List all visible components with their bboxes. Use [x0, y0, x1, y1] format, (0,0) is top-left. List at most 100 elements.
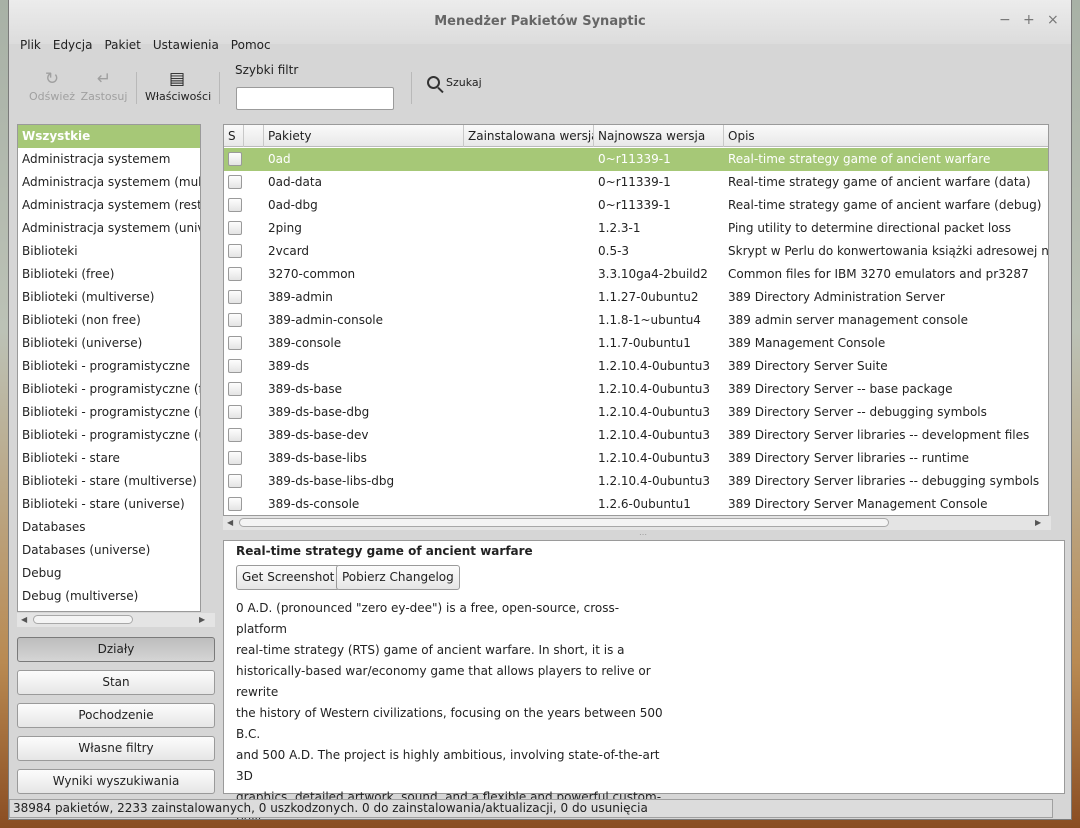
table-row[interactable]: 2vcard 0.5-3 Skrypt w Perlu do konwertowan… [224, 240, 1048, 263]
category-item[interactable]: Wszystkie [18, 125, 200, 148]
category-hscroll[interactable]: ◀ ▶ [17, 613, 215, 627]
mark-checkbox[interactable] [228, 198, 242, 212]
table-row[interactable]: 389-ds-console 1.2.6-0ubuntu1 389 Director… [224, 493, 1048, 515]
table-row[interactable]: 389-ds-base-dev 1.2.10.4-0ubuntu3 389 Dire… [224, 424, 1048, 447]
menu-edit[interactable]: Edycja [47, 36, 99, 58]
menu-bar: Plik Edycja Pakiet Ustawienia Pomoc [9, 36, 1071, 58]
properties-button[interactable]: ▤ Właściwości [145, 68, 211, 103]
table-row[interactable]: 389-admin-console 1.1.8-1~ubuntu4 389 admi… [224, 309, 1048, 332]
installed-version [468, 332, 594, 355]
mark-checkbox[interactable] [228, 359, 242, 373]
package-description: 389 Directory Server libraries -- debugg… [728, 474, 1040, 488]
category-item[interactable]: Administracja systemem [18, 148, 200, 171]
table-row[interactable]: 389-ds-base 1.2.10.4-0ubuntu3 389 Director… [224, 378, 1048, 401]
category-item[interactable]: Biblioteki - stare (multiverse) [18, 470, 200, 493]
package-name: 389-ds [268, 359, 310, 373]
category-item[interactable]: Administracja systemem (universe) [18, 217, 200, 240]
mark-checkbox[interactable] [228, 474, 242, 488]
scroll-left-icon[interactable]: ◀ [227, 518, 233, 527]
table-row[interactable]: 389-ds-base-libs 1.2.10.4-0ubuntu3 389 Dir… [224, 447, 1048, 470]
mark-checkbox[interactable] [228, 451, 242, 465]
category-item[interactable]: Databases (universe) [18, 539, 200, 562]
minimize-button[interactable]: − [999, 12, 1011, 28]
category-item[interactable]: Biblioteki - programistyczne [18, 355, 200, 378]
table-row[interactable]: 389-ds 1.2.10.4-0ubuntu3 389 Directory Ser… [224, 355, 1048, 378]
mark-checkbox[interactable] [228, 382, 242, 396]
menu-package[interactable]: Pakiet [98, 36, 146, 58]
column-latest-version[interactable]: Najnowsza wersja [594, 125, 724, 147]
category-item[interactable]: Biblioteki - programistyczne (free) [18, 378, 200, 401]
table-row[interactable]: 389-ds-base-libs-dbg 1.2.10.4-0ubuntu3 389… [224, 470, 1048, 493]
column-description[interactable]: Opis [724, 125, 1048, 147]
scroll-right-icon[interactable]: ▶ [1035, 518, 1041, 527]
reload-button[interactable]: ↻ Odśwież [27, 68, 77, 103]
mark-checkbox[interactable] [228, 290, 242, 304]
category-item[interactable]: Biblioteki (universe) [18, 332, 200, 355]
reload-label: Odśwież [29, 90, 75, 103]
table-row[interactable]: 389-admin 1.1.27-0ubuntu2 389 Directory Ad… [224, 286, 1048, 309]
mark-checkbox[interactable] [228, 336, 242, 350]
category-item[interactable]: Biblioteki (multiverse) [18, 286, 200, 309]
mark-checkbox[interactable] [228, 428, 242, 442]
table-row[interactable]: 389-ds-base-dbg 1.2.10.4-0ubuntu3 389 Dire… [224, 401, 1048, 424]
category-item[interactable]: Debug [18, 562, 200, 585]
category-item[interactable]: Biblioteki - stare [18, 447, 200, 470]
mark-checkbox[interactable] [228, 221, 242, 235]
table-row[interactable]: 2ping 1.2.3-1 Ping utility to determine di… [224, 217, 1048, 240]
menu-file[interactable]: Plik [14, 36, 47, 58]
close-button[interactable]: × [1047, 12, 1059, 28]
latest-version: 1.2.10.4-0ubuntu3 [598, 359, 710, 373]
table-row[interactable]: 0ad-data 0~r11339-1 Real-time strategy gam… [224, 171, 1048, 194]
category-item[interactable]: Biblioteki (free) [18, 263, 200, 286]
category-item[interactable]: Administracja systemem (multiverse) [18, 171, 200, 194]
table-row[interactable]: 389-console 1.1.7-0ubuntu1 389 Management … [224, 332, 1048, 355]
apply-icon: ↵ [96, 69, 112, 89]
mark-checkbox[interactable] [228, 175, 242, 189]
description-line: real-time strategy (RTS) game of ancient… [236, 643, 625, 657]
column-status[interactable]: S [224, 125, 244, 147]
filter-button[interactable]: Wyniki wyszukiwania [17, 769, 215, 794]
category-item[interactable]: Biblioteki (non free) [18, 309, 200, 332]
mark-checkbox[interactable] [228, 313, 242, 327]
table-row[interactable]: 3270-common 3.3.10ga4-2build2 Common files… [224, 263, 1048, 286]
scroll-right-icon[interactable]: ▶ [199, 615, 205, 624]
package-description: Common files for IBM 3270 emulators and … [728, 267, 1029, 281]
search-button[interactable]: Szukaj [427, 76, 482, 89]
filter-button[interactable]: Pochodzenie [17, 703, 215, 728]
mark-checkbox[interactable] [228, 244, 242, 258]
scroll-left-icon[interactable]: ◀ [21, 615, 27, 624]
category-item[interactable]: Biblioteki [18, 240, 200, 263]
quick-filter-input[interactable] [236, 87, 394, 110]
category-hscroll-thumb[interactable] [33, 615, 133, 624]
package-hscroll[interactable]: ◀ ▶ [223, 516, 1051, 530]
mark-checkbox[interactable] [228, 497, 242, 511]
table-row[interactable]: 0ad 0~r11339-1 Real-time strategy game of … [224, 148, 1048, 171]
apply-button[interactable]: ↵ Zastosuj [79, 68, 129, 103]
table-row[interactable]: 0ad-dbg 0~r11339-1 Real-time strategy game… [224, 194, 1048, 217]
menu-help[interactable]: Pomoc [225, 36, 277, 58]
pane-splitter[interactable]: ⋯ [639, 530, 647, 539]
get-changelog-button[interactable]: Pobierz Changelog [336, 565, 460, 590]
filter-button[interactable]: Działy [17, 637, 215, 662]
category-item[interactable]: Biblioteki - programistyczne (multiverse… [18, 401, 200, 424]
category-item[interactable]: Biblioteki - stare (universe) [18, 493, 200, 516]
category-item[interactable]: Biblioteki - programistyczne (universe) [18, 424, 200, 447]
maximize-button[interactable]: + [1023, 12, 1035, 28]
column-installed-version[interactable]: Zainstalowana wersja [464, 125, 594, 147]
category-item[interactable]: Databases [18, 516, 200, 539]
menu-settings[interactable]: Ustawienia [147, 36, 225, 58]
mark-checkbox[interactable] [228, 152, 242, 166]
category-item[interactable]: Debug (multiverse) [18, 585, 200, 608]
latest-version: 1.2.10.4-0ubuntu3 [598, 451, 710, 465]
installed-version [468, 424, 594, 447]
mark-checkbox[interactable] [228, 267, 242, 281]
package-hscroll-thumb[interactable] [239, 518, 889, 527]
column-package[interactable]: Pakiety [264, 125, 464, 147]
properties-icon: ▤ [168, 69, 186, 89]
filter-button[interactable]: Stan [17, 670, 215, 695]
category-item[interactable]: Administracja systemem (restricted) [18, 194, 200, 217]
get-screenshot-button[interactable]: Get Screenshot [236, 565, 341, 590]
mark-checkbox[interactable] [228, 405, 242, 419]
filter-button[interactable]: Własne filtry [17, 736, 215, 761]
column-support[interactable] [244, 125, 264, 147]
